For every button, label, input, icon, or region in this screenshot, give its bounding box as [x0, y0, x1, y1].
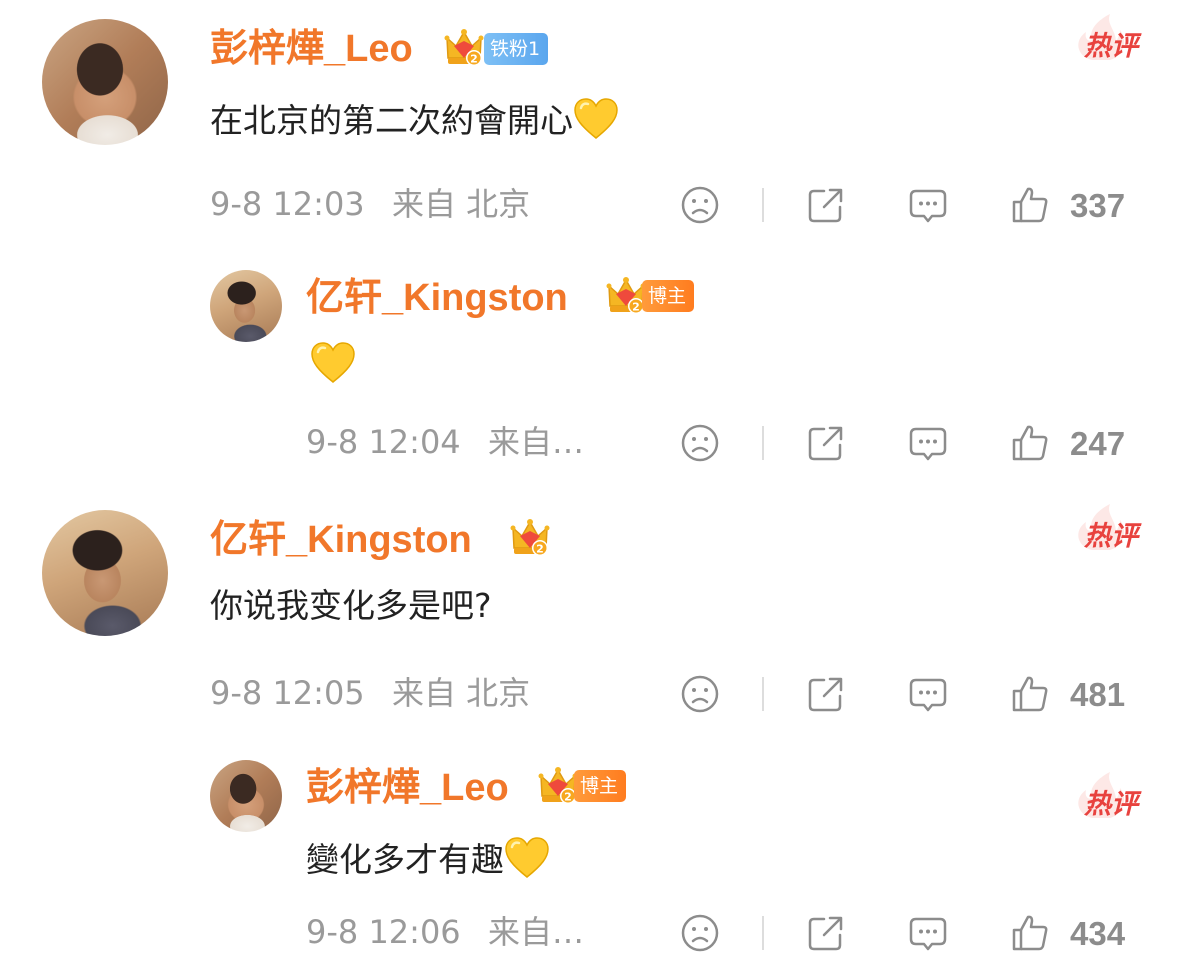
- comment-icon[interactable]: [908, 423, 948, 463]
- divider: [762, 188, 764, 222]
- comment-location: 来自 北京: [392, 674, 531, 712]
- yellow-heart-emoji-icon: [573, 98, 619, 140]
- comment-text: 在北京的第二次約會開心: [210, 98, 619, 140]
- hot-label: 热评: [1084, 31, 1138, 62]
- comment-time: 9-8 12:06: [306, 913, 461, 951]
- crown-level-2-icon: [444, 28, 484, 66]
- username[interactable]: 亿轩_Kingston: [210, 521, 472, 559]
- thumbs-up-icon[interactable]: [1010, 423, 1050, 463]
- yellow-heart-emoji-icon: [310, 342, 356, 384]
- share-icon[interactable]: [806, 913, 846, 953]
- fan-badge: 铁粉1: [484, 33, 549, 65]
- sad-face-icon[interactable]: [680, 674, 720, 714]
- comment-time: 9-8 12:03: [210, 185, 365, 223]
- crown-level-2-icon: [538, 766, 578, 804]
- share-icon[interactable]: [806, 674, 846, 714]
- hot-comment-badge: 热评: [1062, 768, 1138, 822]
- share-icon[interactable]: [806, 185, 846, 225]
- crown-level-2-icon: [510, 518, 550, 556]
- like-count: 434: [1070, 915, 1126, 952]
- comment-text: 你说我变化多是吧?: [210, 586, 492, 625]
- like-count: 481: [1070, 676, 1126, 713]
- comment-icon[interactable]: [908, 674, 948, 714]
- divider: [762, 916, 764, 950]
- comment-icon[interactable]: [908, 185, 948, 225]
- crown-level-2-icon: [606, 276, 646, 314]
- sad-face-icon[interactable]: [680, 423, 720, 463]
- avatar[interactable]: [42, 510, 168, 636]
- yellow-heart-emoji-icon: [504, 837, 550, 879]
- like-count: 247: [1070, 425, 1126, 462]
- username[interactable]: 彭梓燁_Leo: [210, 30, 413, 68]
- comment-text: 變化多才有趣: [306, 837, 550, 879]
- share-icon[interactable]: [806, 423, 846, 463]
- username[interactable]: 亿轩_Kingston: [306, 279, 568, 317]
- like-count: 337: [1070, 187, 1126, 224]
- comment-location[interactable]: 来自…: [488, 426, 584, 458]
- comment-location[interactable]: 来自…: [488, 916, 584, 948]
- hot-label: 热评: [1084, 521, 1138, 552]
- comment-location: 来自 北京: [392, 185, 531, 223]
- host-badge: 博主: [642, 280, 695, 312]
- host-badge: 博主: [574, 770, 627, 802]
- divider: [762, 677, 764, 711]
- avatar[interactable]: [210, 760, 282, 832]
- avatar[interactable]: [210, 270, 282, 342]
- thumbs-up-icon[interactable]: [1010, 913, 1050, 953]
- comment-icon[interactable]: [908, 913, 948, 953]
- hot-comment-badge: 热评: [1062, 10, 1138, 64]
- comment-time: 9-8 12:05: [210, 674, 365, 712]
- hot-comment-badge: 热评: [1062, 500, 1138, 554]
- hot-label: 热评: [1084, 789, 1138, 820]
- thumbs-up-icon[interactable]: [1010, 674, 1050, 714]
- thumbs-up-icon[interactable]: [1010, 185, 1050, 225]
- sad-face-icon[interactable]: [680, 913, 720, 953]
- comment-text-body: 變化多才有趣: [306, 840, 504, 879]
- avatar[interactable]: [42, 19, 168, 145]
- comment-text-body: 在北京的第二次約會開心: [210, 101, 573, 140]
- username[interactable]: 彭梓燁_Leo: [306, 769, 509, 807]
- divider: [762, 426, 764, 460]
- comment-time: 9-8 12:04: [306, 423, 461, 461]
- sad-face-icon[interactable]: [680, 185, 720, 225]
